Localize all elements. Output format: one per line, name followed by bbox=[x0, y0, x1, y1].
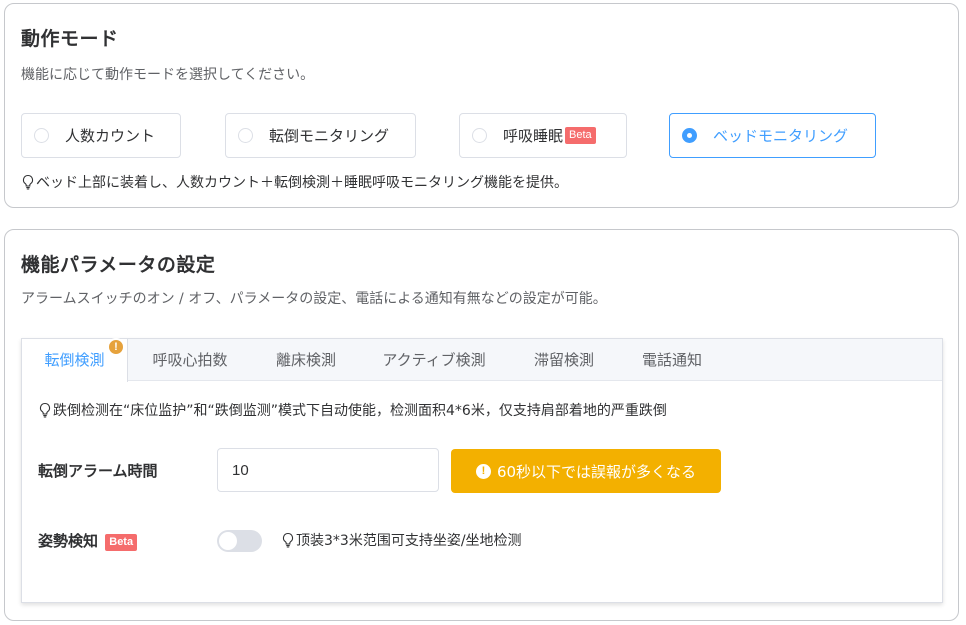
mode-option-fall-monitoring[interactable]: 転倒モニタリング bbox=[225, 113, 416, 158]
function-parameters-card: 機能パラメータの設定 アラームスイッチのオン / オフ、パラメータの設定、電話に… bbox=[4, 229, 959, 621]
tab-bed-exit[interactable]: 離床検測 bbox=[260, 339, 352, 382]
operation-mode-card: 動作モード 機能に応じて動作モードを選択してください。 人数カウント 転倒モニタ… bbox=[4, 3, 959, 208]
function-parameters-description: アラームスイッチのオン / オフ、パラメータの設定、電話による通知有無などの設定… bbox=[21, 291, 607, 307]
lightbulb-icon bbox=[39, 402, 51, 418]
radio-icon[interactable] bbox=[34, 128, 49, 143]
tab-heart-rate[interactable]: 呼吸心拍数 bbox=[136, 339, 244, 382]
radio-selected-icon[interactable] bbox=[682, 128, 697, 143]
tab-label: 転倒検測 bbox=[44, 351, 105, 369]
mode-option-label: 人数カウント bbox=[65, 127, 156, 145]
false-alarm-warning-button[interactable]: ! 60秒以下では誤報が多くなる bbox=[451, 449, 721, 493]
tab-label: 滞留検測 bbox=[533, 351, 594, 369]
mode-option-label: 呼吸睡眠 bbox=[503, 127, 564, 145]
mode-option-label: 転倒モニタリング bbox=[269, 127, 390, 145]
warning-badge-icon: ! bbox=[107, 338, 125, 356]
tab-activity[interactable]: アクティブ検測 bbox=[368, 339, 500, 382]
mode-hint-text: ベッド上部に装着し、人数カウント＋転倒検測＋睡眠呼吸モニタリング機能を提供。 bbox=[36, 175, 568, 191]
fall-detection-hint: 跌倒检测在“床位监护”和“跌倒监测”模式下自动使能，检测面积4*6米，仅支持肩部… bbox=[38, 400, 667, 420]
radio-icon[interactable] bbox=[472, 128, 487, 143]
radio-icon[interactable] bbox=[238, 128, 253, 143]
tab-label: 離床検測 bbox=[275, 351, 336, 369]
fall-alarm-time-label: 転倒アラーム時間 bbox=[38, 462, 158, 480]
tab-phone-notification[interactable]: 電話通知 bbox=[626, 339, 718, 382]
fall-alarm-time-input[interactable] bbox=[217, 448, 439, 492]
tab-label: アクティブ検測 bbox=[382, 351, 486, 369]
mode-option-people-count[interactable]: 人数カウント bbox=[21, 113, 181, 158]
tab-label: 電話通知 bbox=[641, 351, 702, 369]
tab-fall-detection[interactable]: 転倒検測 ! bbox=[22, 338, 128, 382]
lightbulb-icon bbox=[22, 174, 34, 190]
alert-circle-icon: ! bbox=[475, 463, 491, 479]
mode-option-bed-monitoring[interactable]: ベッドモニタリング bbox=[669, 113, 876, 158]
posture-detection-toggle[interactable] bbox=[217, 530, 262, 552]
posture-detection-label: 姿勢検知 Beta bbox=[38, 530, 138, 551]
tab-label: 呼吸心拍数 bbox=[152, 351, 228, 369]
posture-detection-hint: 顶装3*3米范围可支持坐姿/坐地检测 bbox=[281, 530, 522, 550]
tabs-header: 転倒検測 ! 呼吸心拍数 離床検測 アクティブ検測 滞留検測 電話通知 bbox=[22, 338, 942, 382]
posture-detection-hint-text: 顶装3*3米范围可支持坐姿/坐地检测 bbox=[296, 533, 522, 549]
beta-badge: Beta bbox=[105, 534, 138, 551]
function-parameters-title: 機能パラメータの設定 bbox=[21, 254, 216, 276]
tab-dwell[interactable]: 滞留検測 bbox=[518, 339, 610, 382]
fall-detection-hint-text: 跌倒检测在“床位监护”和“跌倒监测”模式下自动使能，检测面积4*6米，仅支持肩部… bbox=[53, 403, 667, 419]
lightbulb-icon bbox=[282, 532, 294, 548]
beta-badge: Beta bbox=[565, 127, 596, 144]
warning-button-label: 60秒以下では誤報が多くなる bbox=[496, 462, 697, 481]
mode-option-label: ベッドモニタリング bbox=[713, 127, 849, 145]
operation-mode-description: 機能に応じて動作モードを選択してください。 bbox=[21, 67, 315, 83]
operation-mode-title: 動作モード bbox=[21, 28, 119, 50]
mode-option-breathing-sleep[interactable]: 呼吸睡眠 Beta bbox=[459, 113, 627, 158]
parameter-tabs: 転倒検測 ! 呼吸心拍数 離床検測 アクティブ検測 滞留検測 電話通知 跌倒检测… bbox=[21, 338, 943, 603]
mode-hint: ベッド上部に装着し、人数カウント＋転倒検測＋睡眠呼吸モニタリング機能を提供。 bbox=[21, 172, 568, 192]
posture-detection-label-text: 姿勢検知 bbox=[38, 532, 99, 550]
toggle-knob bbox=[219, 532, 237, 550]
